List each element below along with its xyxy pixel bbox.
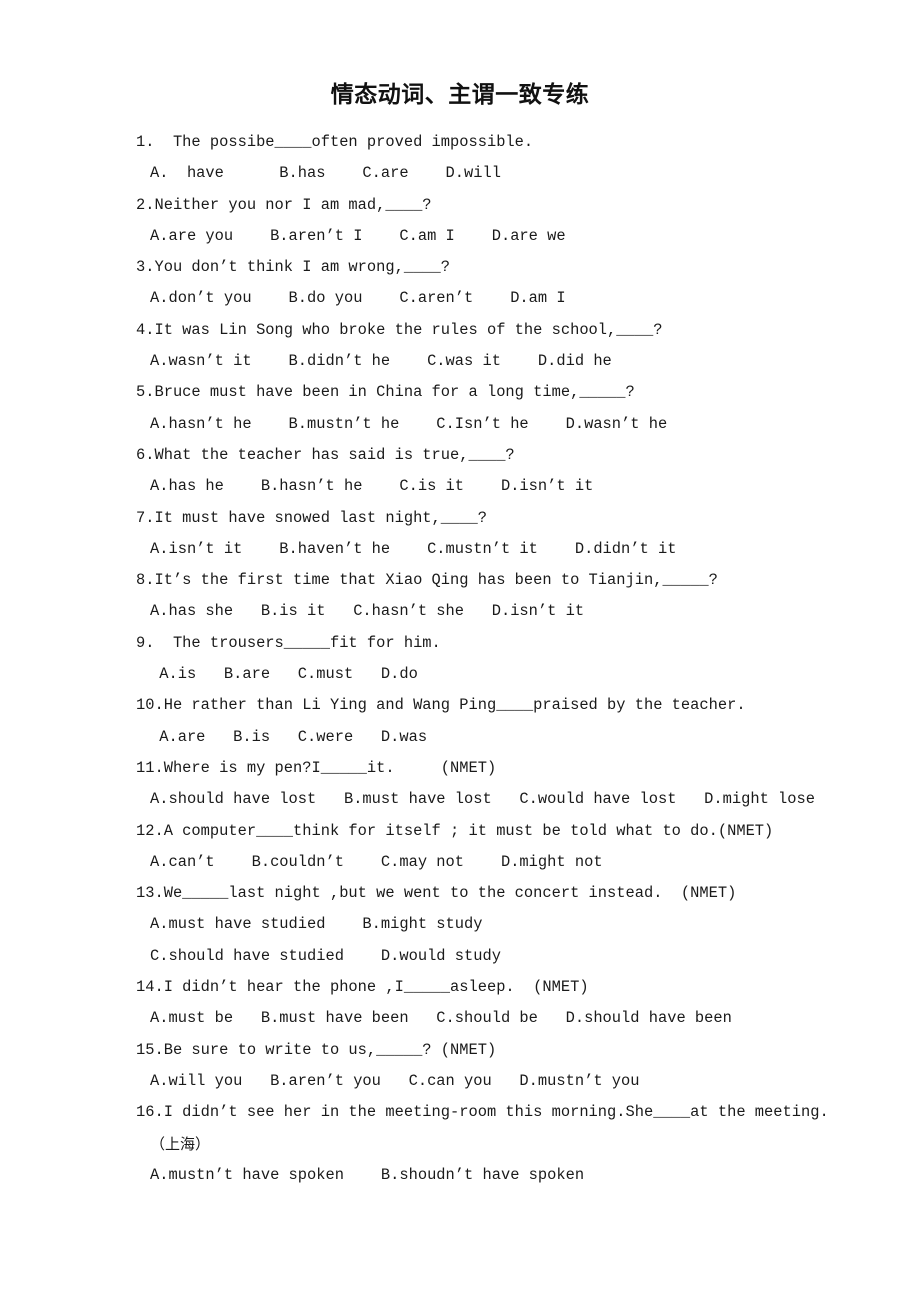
question-stem: 2.Neither you nor I am mad,____? [136, 195, 432, 214]
question-stem: 15.Be sure to write to us,_____? (NMET) [136, 1040, 497, 1059]
question-options[interactable]: A.is B.are C.must D.do [0, 659, 920, 690]
question-options[interactable]: A.don’t you B.do you C.aren’t D.am I [0, 283, 920, 314]
question-options[interactable]: A.must have studied B.might study [0, 909, 920, 940]
question-options[interactable]: A.are B.is C.were D.was [0, 722, 920, 753]
question-source-note: （上海） [150, 1134, 211, 1153]
question-stem: 5.Bruce must have been in China for a lo… [136, 383, 635, 402]
question-options[interactable]: A.wasn’t it B.didn’t he C.was it D.did h… [0, 346, 920, 377]
question-stem: 7.It must have snowed last night,____? [136, 508, 487, 527]
question-options[interactable]: A.should have lost B.must have lost C.wo… [0, 784, 920, 815]
page-title: 情态动词、主谓一致专练 [330, 82, 590, 108]
question-stem: 1. The possibe____often proved impossibl… [136, 133, 534, 151]
question-options[interactable]: A.has he B.hasn’t he C.is it D.isn’t it [0, 471, 920, 502]
question-options[interactable]: A.has she B.is it C.hasn’t she D.isn’t i… [0, 596, 920, 627]
question-stem: 3.You don’t think I am wrong,____? [136, 258, 451, 277]
question-options[interactable]: A.are you B.aren’t I C.am I D.are we [0, 221, 920, 252]
question-stem: 11.Where is my pen?I_____it. (NMET) [136, 758, 497, 777]
question-stem: 13.We_____last night ,but we went to the… [136, 884, 737, 903]
question-options[interactable]: A.mustn’t have spoken B.shoudn’t have sp… [0, 1160, 920, 1191]
question-options[interactable]: A.isn’t it B.haven’t he C.mustn’t it D.d… [0, 534, 920, 565]
question-stem: 14.I didn’t hear the phone ,I_____asleep… [136, 978, 589, 997]
question-options[interactable]: A.hasn’t he B.mustn’t he C.Isn’t he D.wa… [0, 409, 920, 440]
question-stem: 4.It was Lin Song who broke the rules of… [136, 320, 663, 339]
document-page: 情态动词、主谓一致专练 1. The possibe____often prov… [0, 0, 920, 1302]
question-options[interactable]: A.can’t B.couldn’t C.may not D.might not [0, 847, 920, 878]
question-list: 1. The possibe____often proved impossibl… [0, 127, 920, 1191]
question-options[interactable]: A.will you B.aren’t you C.can you D.must… [0, 1066, 920, 1097]
question-stem: 9. The trousers_____fit for him. [136, 633, 441, 652]
question-options[interactable]: A. have B.has C.are D.will [0, 158, 920, 189]
question-stem: 10.He rather than Li Ying and Wang Ping_… [136, 696, 746, 715]
question-stem: 12.A computer____think for itself ; it m… [136, 821, 774, 840]
question-stem: 6.What the teacher has said is true,____… [136, 445, 515, 464]
question-stem: 8.It’s the first time that Xiao Qing has… [136, 571, 718, 590]
question-stem: 16.I didn’t see her in the meeting-room … [136, 1103, 829, 1122]
question-options[interactable]: C.should have studied D.would study [0, 941, 920, 972]
question-options[interactable]: A.must be B.must have been C.should be D… [0, 1003, 920, 1034]
